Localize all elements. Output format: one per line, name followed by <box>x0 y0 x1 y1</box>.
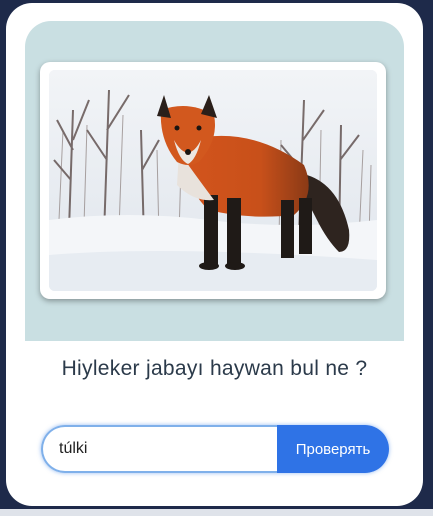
photo-frame <box>40 62 386 299</box>
fox-photo <box>49 70 377 291</box>
question-text: Hiyleker jabayı haywan bul ne ? <box>61 357 368 380</box>
check-button[interactable]: Проверять <box>277 425 389 473</box>
answer-input[interactable] <box>41 425 277 473</box>
image-area <box>25 21 404 341</box>
bottom-strip <box>0 509 433 516</box>
answer-form: Проверять <box>41 425 389 473</box>
quiz-card: Hiyleker jabayı haywan bul ne ? Проверят… <box>6 3 423 506</box>
